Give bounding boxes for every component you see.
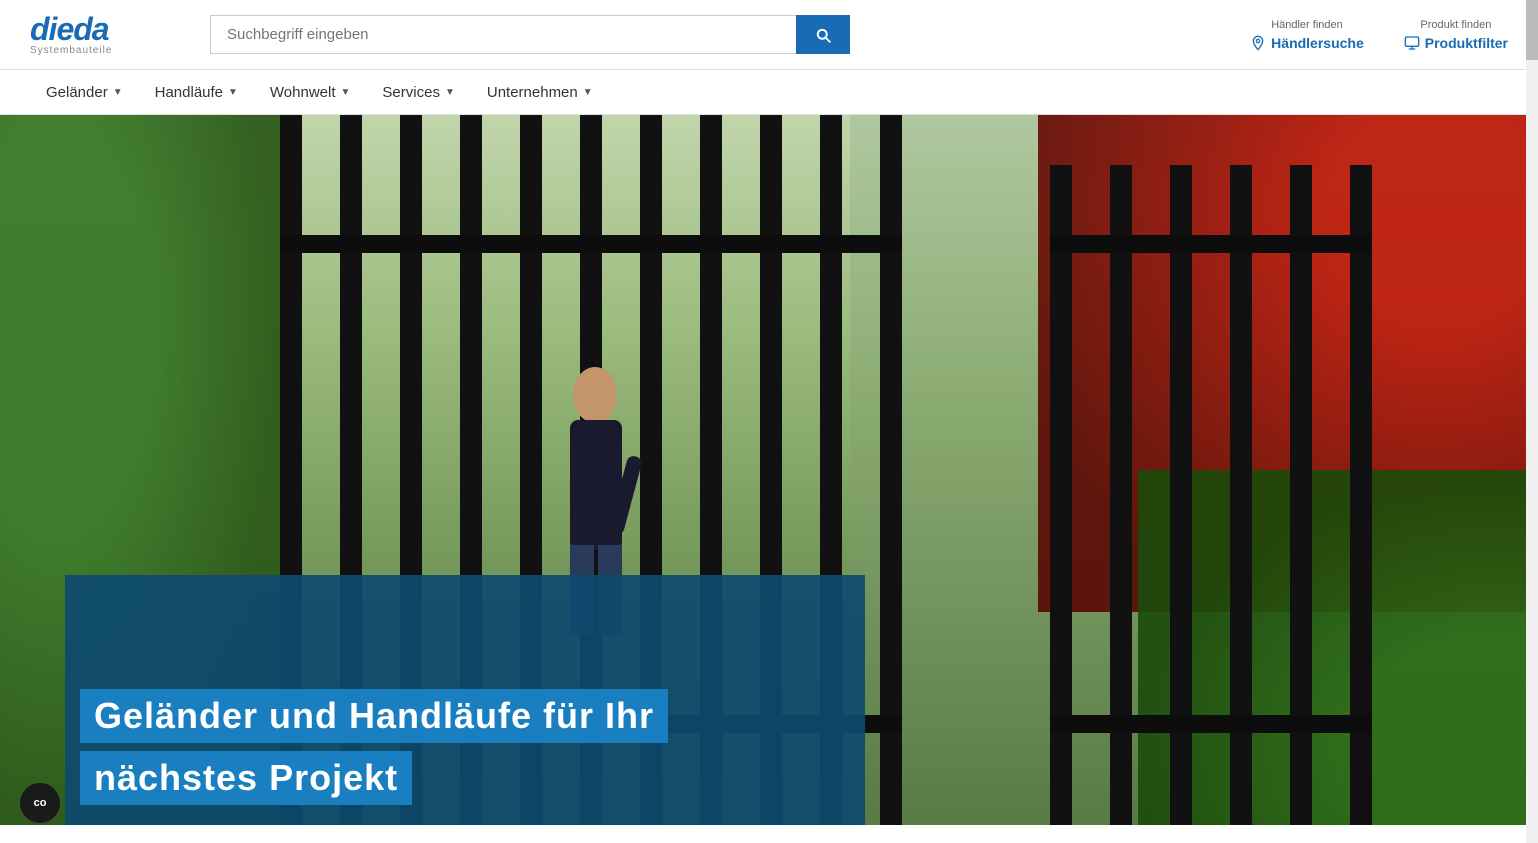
hero-title-highlight-1: Geländer und Handläufe für Ihr xyxy=(80,689,668,743)
chevron-down-icon: ▼ xyxy=(228,87,238,98)
chevron-down-icon: ▼ xyxy=(583,87,593,98)
dealer-finder-link[interactable]: Händlersuche xyxy=(1250,35,1364,51)
logo-subtitle: Systembauteile xyxy=(30,45,180,56)
product-filter-link[interactable]: Produktfilter xyxy=(1404,35,1508,51)
filter-icon xyxy=(1404,35,1420,51)
hero-title-line1: Geländer und Handläufe für Ihr xyxy=(94,695,654,736)
chevron-down-icon: ▼ xyxy=(113,87,123,98)
dealer-finder-text: Händlersuche xyxy=(1271,35,1364,51)
hero-foliage-right-green xyxy=(1138,470,1538,825)
nav-label-gelaender: Geländer xyxy=(46,84,108,101)
logo-brand: dieda xyxy=(30,13,180,45)
scrollbar-thumb[interactable] xyxy=(1526,0,1538,60)
nav-label-wohnwelt: Wohnwelt xyxy=(270,84,336,101)
hero-content: Geländer und Handläufe für Ihr nächstes … xyxy=(80,689,668,805)
co-badge-label: co xyxy=(34,797,47,809)
site-header: dieda Systembauteile Händler finden Händ… xyxy=(0,0,1538,70)
dealer-finder-label: Händler finden xyxy=(1271,19,1343,31)
product-filter-label: Produkt finden xyxy=(1420,19,1491,31)
hero-title-line2: nächstes Projekt xyxy=(80,751,412,805)
location-icon xyxy=(1250,35,1266,51)
dealer-finder: Händler finden Händlersuche xyxy=(1250,19,1364,51)
co-badge[interactable]: co xyxy=(20,783,60,823)
search-button[interactable] xyxy=(796,15,850,54)
nav-item-handlaeufe[interactable]: Handläufe ▼ xyxy=(139,70,254,114)
nav-label-unternehmen: Unternehmen xyxy=(487,84,578,101)
header-actions: Händler finden Händlersuche Produkt find… xyxy=(1250,19,1508,51)
nav-item-services[interactable]: Services ▼ xyxy=(366,70,470,114)
search-input[interactable] xyxy=(210,15,796,54)
chevron-down-icon: ▼ xyxy=(341,87,351,98)
main-nav: Geländer ▼ Handläufe ▼ Wohnwelt ▼ Servic… xyxy=(0,70,1538,115)
search-form xyxy=(210,15,850,54)
search-icon xyxy=(814,26,832,44)
nav-item-unternehmen[interactable]: Unternehmen ▼ xyxy=(471,70,609,114)
product-filter: Produkt finden Produktfilter xyxy=(1404,19,1508,51)
nav-item-wohnwelt[interactable]: Wohnwelt ▼ xyxy=(254,70,367,114)
product-filter-text: Produktfilter xyxy=(1425,35,1508,51)
nav-label-handlaeufe: Handläufe xyxy=(155,84,223,101)
nav-label-services: Services xyxy=(382,84,440,101)
logo[interactable]: dieda Systembauteile xyxy=(30,13,180,56)
hero-section: Geländer und Handläufe für Ihr nächstes … xyxy=(0,115,1538,825)
nav-item-gelaender[interactable]: Geländer ▼ xyxy=(30,70,139,114)
chevron-down-icon: ▼ xyxy=(445,87,455,98)
scrollbar[interactable] xyxy=(1526,0,1538,843)
